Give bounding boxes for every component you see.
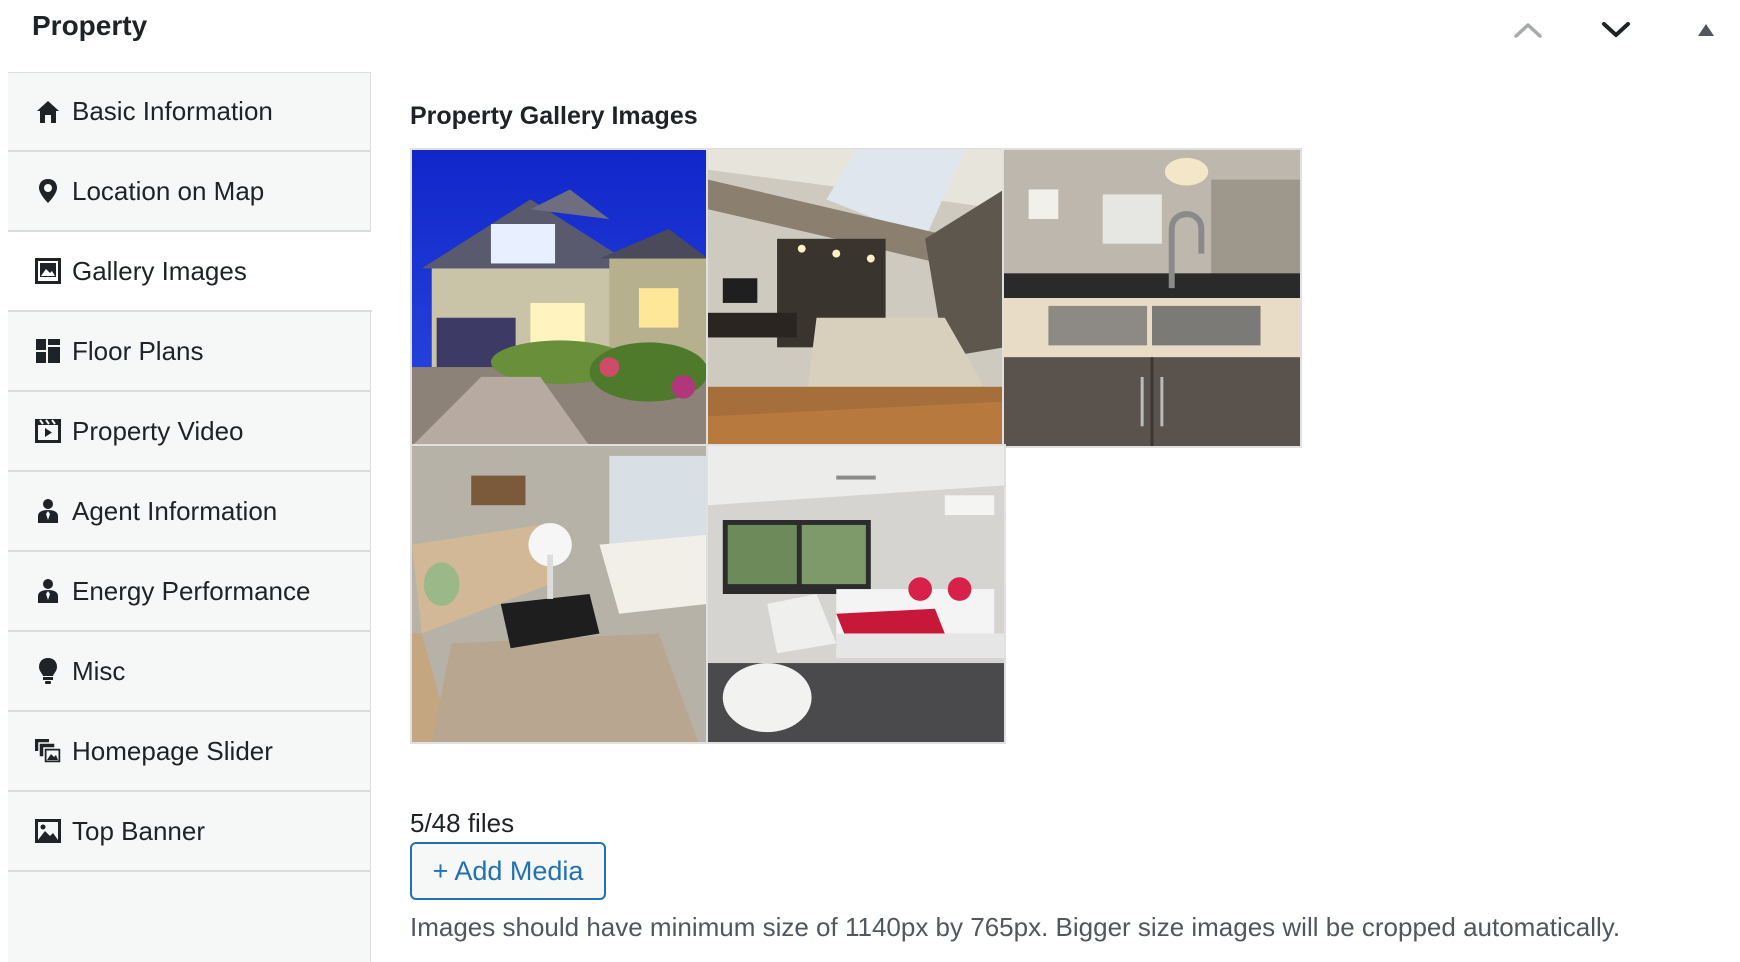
agent-icon [34,577,62,605]
gallery-thumbnail-living-room[interactable] [410,444,710,744]
chevron-down-icon [1602,22,1630,37]
triangle-up-icon [1698,24,1714,36]
chevron-up-icon [1514,23,1542,38]
image-size-hint: Images should have minimum size of 1140p… [410,912,1621,942]
tab-label: Energy Performance [72,575,311,606]
tab-label: Location on Map [72,175,265,206]
floor-plan-icon [34,337,62,365]
tab-label: Agent Information [72,495,278,526]
tab-label: Top Banner [72,815,205,846]
tab-label: Property Video [72,415,244,446]
tab-misc[interactable]: Misc [8,632,370,712]
section-title: Property Gallery Images [410,102,698,130]
tab-floor-plans[interactable]: Floor Plans [8,312,370,392]
agent-icon [34,497,62,525]
add-media-button[interactable]: + Add Media [410,842,606,900]
tab-agent-information[interactable]: Agent Information [8,472,370,552]
slides-icon [34,737,62,765]
tab-label: Basic Information [72,96,273,126]
file-count: 5/48 files [410,808,515,838]
tab-energy-performance[interactable]: Energy Performance [8,552,370,632]
gallery-panel: Property Gallery Images 5/48 files + Add… [410,72,1740,962]
video-icon [34,417,62,445]
property-metabox: Property Basic Information Location on M… [0,0,1740,962]
move-up-button[interactable] [1500,8,1556,52]
move-down-button[interactable] [1588,8,1644,52]
tab-label: Gallery Images [72,255,247,286]
location-pin-icon [34,177,62,205]
tab-label: Misc [72,655,126,686]
gallery-icon [34,257,62,285]
metabox-header: Property [0,0,1740,62]
tab-homepage-slider[interactable]: Homepage Slider [8,712,370,792]
tab-top-banner[interactable]: Top Banner [8,792,370,872]
metabox-title: Property [32,10,148,41]
tab-label: Homepage Slider [72,735,273,766]
tab-gallery-images[interactable]: Gallery Images [8,232,372,312]
gallery-thumbnail-house-exterior[interactable] [410,148,710,448]
lightbulb-icon [34,657,62,685]
tab-label: Floor Plans [72,335,204,366]
gallery-thumbnail-bedroom-red[interactable] [706,444,1006,744]
gallery-thumbnail-kitchen-sink[interactable] [1002,148,1302,448]
gallery-thumbnail-bedroom-skylight[interactable] [706,148,1006,448]
tab-property-video[interactable]: Property Video [8,392,370,472]
tab-location-on-map[interactable]: Location on Map [8,152,370,232]
tab-basic-information[interactable]: Basic Information [8,72,370,152]
toggle-panel-button[interactable] [1678,8,1734,52]
home-icon [34,98,62,126]
image-icon [34,817,62,845]
tabs-sidebar: Basic Information Location on Map Galler… [8,72,372,962]
